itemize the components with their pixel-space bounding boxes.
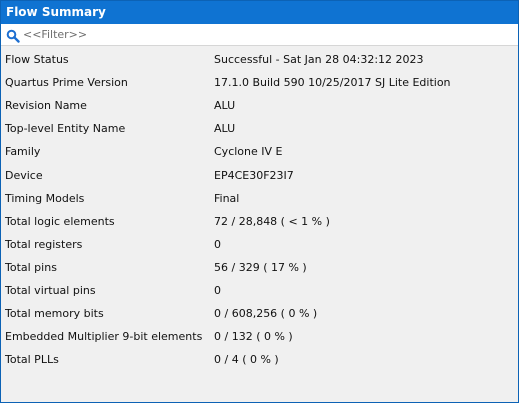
row-value: 17.1.0 Build 590 10/25/2017 SJ Lite Edit… xyxy=(214,76,451,90)
row-label: Total pins xyxy=(5,260,57,274)
row-label: Device xyxy=(5,168,43,182)
table-row[interactable]: Total logic elements 72 / 28,848 ( < 1 %… xyxy=(1,210,518,233)
filter-input[interactable] xyxy=(23,28,503,41)
row-label: Flow Status xyxy=(5,53,69,67)
row-value: EP4CE30F23I7 xyxy=(214,168,294,182)
row-value: 0 / 132 ( 0 % ) xyxy=(214,330,293,344)
row-label: Family xyxy=(5,145,41,159)
row-label: Total memory bits xyxy=(5,307,104,321)
table-row[interactable]: Device EP4CE30F23I7 xyxy=(1,163,518,186)
table-row[interactable]: Timing Models Final xyxy=(1,187,518,210)
table-row[interactable]: Total pins 56 / 329 ( 17 % ) xyxy=(1,256,518,279)
row-label: Revision Name xyxy=(5,99,87,113)
row-label: Embedded Multiplier 9-bit elements xyxy=(5,330,203,344)
row-value: ALU xyxy=(214,99,236,113)
row-value: 0 xyxy=(214,237,221,251)
row-value: Final xyxy=(214,191,240,205)
table-row[interactable]: Family Cyclone IV E xyxy=(1,140,518,163)
table-row[interactable]: Total memory bits 0 / 608,256 ( 0 % ) xyxy=(1,302,518,325)
row-label: Total logic elements xyxy=(5,214,115,228)
row-value: Successful - Sat Jan 28 04:32:12 2023 xyxy=(214,53,424,67)
row-value: 72 / 28,848 ( < 1 % ) xyxy=(214,214,330,228)
table-row[interactable]: Total PLLs 0 / 4 ( 0 % ) xyxy=(1,348,518,371)
row-label: Total PLLs xyxy=(5,353,59,367)
row-label: Quartus Prime Version xyxy=(5,76,128,90)
row-label: Timing Models xyxy=(5,191,85,205)
row-value: 0 / 4 ( 0 % ) xyxy=(214,353,279,367)
table-row[interactable]: Total virtual pins 0 xyxy=(1,279,518,302)
flow-summary-panel: Flow Summary Flow Status Successful - Sa… xyxy=(0,0,519,403)
row-label: Top-level Entity Name xyxy=(5,122,126,136)
filter-bar xyxy=(1,24,518,46)
row-value: 0 / 608,256 ( 0 % ) xyxy=(214,307,318,321)
table-row[interactable]: Embedded Multiplier 9-bit elements 0 / 1… xyxy=(1,325,518,348)
row-value: 0 xyxy=(214,283,221,297)
table-row[interactable]: Quartus Prime Version 17.1.0 Build 590 1… xyxy=(1,71,518,94)
table-row[interactable]: Flow Status Successful - Sat Jan 28 04:3… xyxy=(1,48,518,71)
table-row[interactable]: Revision Name ALU xyxy=(1,94,518,117)
row-label: Total registers xyxy=(5,237,83,251)
table-row[interactable]: Total registers 0 xyxy=(1,233,518,256)
panel-title[interactable]: Flow Summary xyxy=(1,1,518,24)
search-icon xyxy=(6,28,20,43)
summary-table: Flow Status Successful - Sat Jan 28 04:3… xyxy=(1,48,518,371)
row-value: ALU xyxy=(214,122,236,136)
row-value: Cyclone IV E xyxy=(214,145,283,159)
table-row[interactable]: Top-level Entity Name ALU xyxy=(1,117,518,140)
row-value: 56 / 329 ( 17 % ) xyxy=(214,260,307,274)
row-label: Total virtual pins xyxy=(5,283,96,297)
